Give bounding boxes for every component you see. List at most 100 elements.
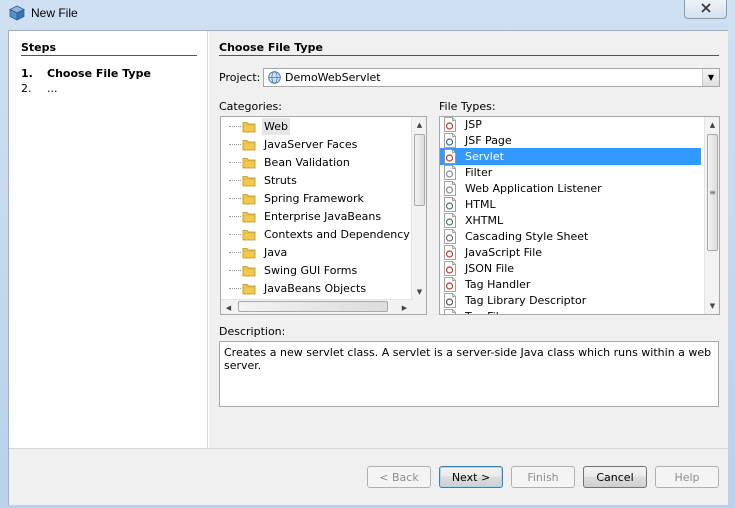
categories-vertical-scrollbar[interactable]: ▲ ▼ bbox=[411, 117, 426, 300]
step-number: 2. bbox=[21, 82, 32, 95]
file-type-label: HTML bbox=[465, 198, 496, 211]
step-label: ... bbox=[47, 82, 58, 95]
file-type-label: Web Application Listener bbox=[465, 182, 602, 195]
file-type-item[interactable]: Cascading Style Sheet bbox=[440, 228, 701, 245]
cancel-button[interactable]: Cancel bbox=[583, 466, 647, 488]
tree-connector bbox=[229, 126, 241, 127]
file-type-item[interactable]: Tag Library Descriptor bbox=[440, 292, 701, 309]
file-type-item[interactable]: Filter bbox=[440, 164, 701, 181]
listener-icon bbox=[443, 181, 457, 196]
step-next: 2.... bbox=[21, 82, 58, 95]
next-button[interactable]: Next > bbox=[439, 466, 503, 488]
file-type-label: Tag Handler bbox=[465, 278, 531, 291]
scroll-left-icon[interactable]: ◀ bbox=[221, 300, 236, 314]
folder-icon bbox=[242, 282, 256, 295]
categories-horizontal-scrollbar[interactable]: ◀ ▶ bbox=[221, 299, 413, 314]
category-label: JavaServer Faces bbox=[264, 138, 358, 151]
category-item[interactable]: Swing GUI Forms bbox=[221, 262, 413, 279]
jsp-file-icon bbox=[443, 117, 457, 132]
tld-icon bbox=[443, 293, 457, 308]
file-type-label: Tag File bbox=[465, 308, 506, 314]
file-type-label: JSON File bbox=[465, 262, 515, 275]
category-item[interactable]: Bean Validation bbox=[221, 154, 413, 171]
project-label: Project: bbox=[219, 71, 261, 84]
folder-icon bbox=[242, 246, 256, 259]
tree-connector bbox=[229, 270, 241, 271]
back-button[interactable]: < Back bbox=[367, 466, 431, 488]
category-item[interactable]: Spring Framework bbox=[221, 190, 413, 207]
panel-heading: Choose File Type bbox=[219, 41, 323, 54]
tree-connector bbox=[229, 144, 241, 145]
scroll-up-icon[interactable]: ▲ bbox=[412, 117, 426, 133]
step-choose-file-type: 1. Choose File Type bbox=[21, 67, 151, 80]
xhtml-file-icon bbox=[443, 213, 457, 228]
category-item[interactable]: Web bbox=[221, 118, 413, 135]
file-type-item[interactable]: JSP bbox=[440, 117, 701, 133]
tree-connector bbox=[229, 234, 241, 235]
file-type-item[interactable]: JavaScript File bbox=[440, 244, 701, 261]
scroll-down-icon[interactable]: ▼ bbox=[412, 284, 426, 300]
close-button[interactable] bbox=[684, 0, 727, 19]
file-type-item[interactable]: Tag File bbox=[440, 308, 701, 314]
category-label: Spring Framework bbox=[264, 192, 364, 205]
file-type-item[interactable]: JSON File bbox=[440, 260, 701, 277]
category-item[interactable]: Java bbox=[221, 244, 413, 261]
category-label: Struts bbox=[264, 174, 297, 187]
folder-icon bbox=[242, 156, 256, 169]
close-icon bbox=[700, 2, 711, 16]
description-label: Description: bbox=[219, 325, 286, 338]
button-bar: < Back Next > Finish Cancel Help bbox=[9, 448, 728, 505]
tag-handler-icon bbox=[443, 277, 457, 292]
folder-icon bbox=[242, 192, 256, 205]
finish-button[interactable]: Finish bbox=[511, 466, 575, 488]
web-project-globe-icon bbox=[268, 71, 281, 84]
categories-tree[interactable]: JavaBeans Objects Swing GUI Forms Java Cont… bbox=[220, 116, 427, 315]
scroll-right-icon[interactable]: ▶ bbox=[397, 300, 412, 314]
step-label: Choose File Type bbox=[47, 67, 151, 80]
project-value: DemoWebServlet bbox=[285, 71, 381, 84]
file-type-label: Filter bbox=[465, 166, 493, 179]
title-bar: New File bbox=[0, 0, 735, 28]
jsf-page-icon bbox=[443, 133, 457, 148]
category-item[interactable]: JavaServer Faces bbox=[221, 136, 413, 153]
category-item[interactable]: Struts bbox=[221, 172, 413, 189]
file-type-label: Servlet bbox=[465, 150, 504, 163]
file-type-item[interactable]: Tag Handler bbox=[440, 276, 701, 293]
categories-label: Categories: bbox=[219, 100, 282, 113]
window-title: New File bbox=[31, 6, 78, 20]
category-item[interactable]: Contexts and Dependency Inje bbox=[221, 226, 426, 243]
file-type-item[interactable]: Servlet bbox=[440, 148, 701, 165]
steps-heading: Steps bbox=[21, 41, 57, 54]
file-type-label: JavaScript File bbox=[465, 246, 543, 259]
file-type-item[interactable]: Web Application Listener bbox=[440, 180, 701, 197]
folder-icon bbox=[242, 264, 256, 277]
category-item[interactable]: JavaBeans Objects bbox=[221, 280, 413, 297]
folder-icon bbox=[242, 228, 256, 241]
project-dropdown[interactable]: DemoWebServlet ▼ bbox=[263, 68, 720, 87]
file-type-label: Cascading Style Sheet bbox=[465, 230, 589, 243]
file-type-item[interactable]: HTML bbox=[440, 196, 701, 213]
scrollbar-thumb[interactable] bbox=[414, 134, 425, 206]
scroll-up-icon[interactable]: ▲ bbox=[705, 117, 719, 133]
dropdown-arrow-icon[interactable]: ▼ bbox=[702, 69, 719, 86]
description-box: Creates a new servlet class. A servlet i… bbox=[219, 341, 719, 407]
scroll-down-icon[interactable]: ▼ bbox=[705, 298, 719, 314]
filter-icon bbox=[443, 165, 457, 180]
help-button[interactable]: Help bbox=[655, 466, 719, 488]
category-label: Bean Validation bbox=[264, 156, 350, 169]
choose-file-type-panel: Choose File Type Project: DemoWebServlet… bbox=[209, 31, 728, 448]
json-file-icon bbox=[443, 261, 457, 276]
scrollbar-thumb[interactable] bbox=[238, 301, 388, 312]
file-types-vertical-scrollbar[interactable]: ▲ ≡ ▼ bbox=[704, 117, 719, 314]
file-types-label: File Types: bbox=[439, 100, 496, 113]
file-types-list[interactable]: Tag FileTag Library Descriptor Tag Handle… bbox=[439, 116, 720, 315]
category-label: Web bbox=[262, 118, 290, 135]
category-label: Enterprise JavaBeans bbox=[264, 210, 382, 223]
file-type-item[interactable]: JSF Page bbox=[440, 132, 701, 149]
folder-icon bbox=[242, 174, 256, 187]
netbeans-cube-icon bbox=[9, 5, 25, 21]
scrollbar-thumb[interactable]: ≡ bbox=[707, 134, 718, 251]
file-type-item[interactable]: XHTML bbox=[440, 212, 701, 229]
category-item[interactable]: Enterprise JavaBeans bbox=[221, 208, 413, 225]
css-file-icon bbox=[443, 229, 457, 244]
